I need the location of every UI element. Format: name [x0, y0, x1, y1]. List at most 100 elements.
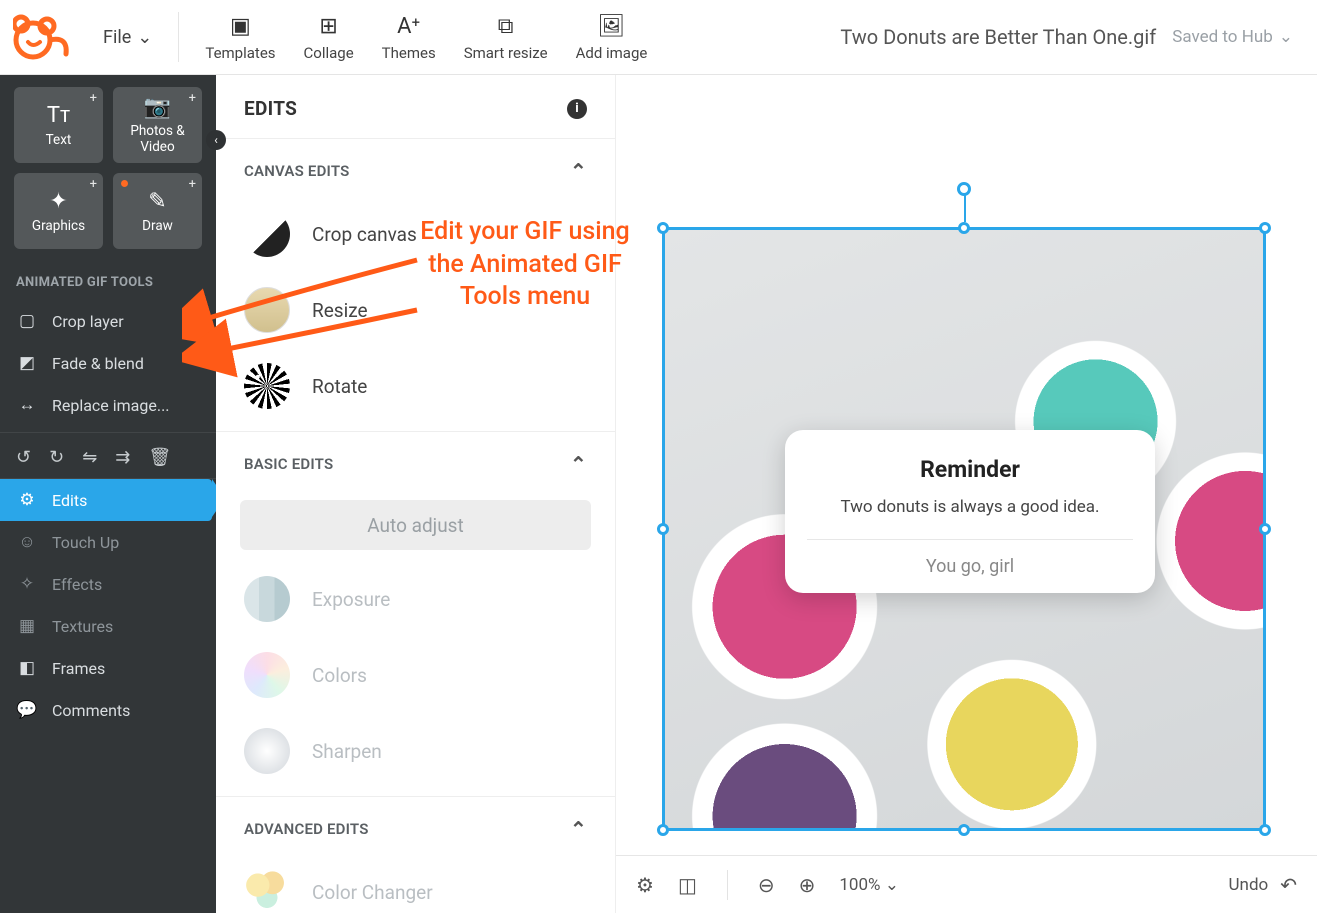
rail-item-fade-blend[interactable]: ◩Fade & blend — [0, 342, 216, 384]
auto-adjust-button: Auto adjust — [240, 500, 591, 550]
sparkle-icon: ✧ — [16, 574, 38, 594]
templates-tool[interactable]: ▣Templates — [205, 12, 275, 62]
edits-panel: EDITS i CANVAS EDITS⌃ Crop canvas Resize… — [216, 75, 616, 913]
rail-history-row: ↺ ↻ ⇋ ⇉ 🗑 — [0, 432, 216, 479]
themes-tool[interactable]: A⁺Themes — [382, 12, 436, 62]
logo[interactable] — [0, 12, 85, 62]
plus-icon: + — [189, 91, 196, 106]
section-canvas-edits[interactable]: CANVAS EDITS⌃ — [216, 139, 615, 203]
comment-icon: 💬 — [16, 700, 38, 720]
rail-tile-text[interactable]: +TᴛText — [14, 87, 103, 163]
edit-crop-canvas[interactable]: Crop canvas — [216, 203, 615, 279]
edit-rotate[interactable]: Rotate — [216, 355, 615, 431]
themes-icon: A⁺ — [397, 12, 420, 40]
resize-handle-t[interactable] — [958, 222, 970, 234]
resize-handle-r[interactable] — [1259, 523, 1271, 535]
text-icon: Tᴛ — [47, 102, 70, 128]
saved-status[interactable]: Saved to Hub⌄ — [1172, 27, 1293, 47]
chevron-down-icon: ⌄ — [1279, 27, 1293, 47]
resize-handle-tl[interactable] — [657, 222, 669, 234]
resize-handle-bl[interactable] — [657, 824, 669, 836]
plus-icon: + — [90, 91, 97, 106]
undo-label[interactable]: Undo — [1229, 875, 1269, 895]
rotate-thumb-icon — [244, 363, 290, 409]
document-name[interactable]: Two Donuts are Better Than One.gif — [840, 25, 1156, 49]
rail-nav-touch-up[interactable]: ☺Touch Up — [0, 521, 216, 563]
alignment-icon[interactable]: ◫ — [678, 873, 697, 897]
plus-icon: + — [189, 177, 196, 192]
flip-h-icon[interactable]: ⇋ — [82, 447, 97, 468]
separator — [178, 12, 179, 62]
rotate-handle[interactable] — [957, 182, 971, 196]
reminder-title: Reminder — [807, 456, 1133, 483]
collage-icon: ⊞ — [319, 12, 337, 40]
chevron-up-icon: ⌃ — [570, 817, 587, 841]
canvas-area[interactable]: Reminder Two donuts is always a good ide… — [616, 75, 1317, 855]
rail-item-replace-image[interactable]: ↔Replace image... — [0, 384, 216, 426]
shapes-icon: ✦ — [49, 189, 67, 214]
panel-title: EDITS — [244, 97, 297, 120]
templates-icon: ▣ — [230, 12, 251, 40]
collapse-panel-button[interactable]: ‹ — [206, 130, 226, 150]
blend-icon: ◩ — [16, 353, 38, 373]
colors-thumb-icon — [244, 652, 290, 698]
chevron-down-icon: ⌄ — [137, 27, 152, 48]
redo-icon[interactable]: ↻ — [49, 447, 64, 468]
rail-nav-frames[interactable]: ◧Frames — [0, 647, 216, 689]
rail-tile-draw[interactable]: +✎Draw — [113, 173, 202, 249]
chevron-up-icon: ⌃ — [570, 159, 587, 183]
stage-bottom-bar: ⚙ ◫ ⊖ ⊕ 100% ⌄ Undo ↶ — [616, 855, 1317, 913]
rail-nav-effects[interactable]: ✧Effects — [0, 563, 216, 605]
rail-nav-textures[interactable]: ▦Textures — [0, 605, 216, 647]
gif-tools-heading: ANIMATED GIF TOOLS — [0, 261, 216, 300]
edit-sharpen[interactable]: Sharpen — [216, 720, 615, 796]
edit-exposure[interactable]: Exposure — [216, 568, 615, 644]
zoom-out-icon[interactable]: ⊖ — [758, 873, 775, 897]
edit-color-changer[interactable]: Color Changer — [216, 861, 615, 913]
rail-tile-photos-video[interactable]: +📷Photos & Video — [113, 87, 202, 163]
flip-v-icon[interactable]: ⇉ — [115, 447, 130, 468]
undo-icon[interactable]: ↺ — [16, 447, 31, 468]
settings-icon[interactable]: ⚙ — [636, 873, 654, 897]
rail-nav-edits[interactable]: ⚙Edits — [0, 479, 212, 521]
zoom-in-icon[interactable]: ⊕ — [799, 873, 816, 897]
rotate-stem — [964, 192, 966, 222]
undo-icon[interactable]: ↶ — [1280, 873, 1297, 897]
selected-image[interactable]: Reminder Two donuts is always a good ide… — [662, 227, 1266, 831]
sharpen-thumb-icon — [244, 728, 290, 774]
reminder-body: Two donuts is always a good idea. — [807, 497, 1133, 539]
rail-item-crop-layer[interactable]: ▢Crop layer — [0, 300, 216, 342]
exposure-thumb-icon — [244, 576, 290, 622]
left-rail: +TᴛText +📷Photos & Video +✦Graphics +✎Dr… — [0, 75, 216, 913]
frame-icon: ◧ — [16, 658, 38, 678]
zoom-level[interactable]: 100% ⌄ — [839, 875, 899, 895]
resize-handle-br[interactable] — [1259, 824, 1271, 836]
camera-icon: 📷 — [144, 95, 171, 120]
color-changer-thumb-icon — [244, 869, 290, 913]
file-menu[interactable]: File ⌄ — [85, 0, 170, 74]
resize-thumb-icon — [244, 287, 290, 333]
smart-resize-icon: ⧉ — [498, 12, 514, 40]
add-image-icon: 🖼 — [597, 12, 625, 40]
crop-thumb-icon — [244, 211, 290, 257]
resize-handle-l[interactable] — [657, 523, 669, 535]
section-advanced-edits[interactable]: ADVANCED EDITS⌃ — [216, 797, 615, 861]
sliders-icon: ⚙ — [16, 490, 38, 510]
rail-tile-graphics[interactable]: +✦Graphics — [14, 173, 103, 249]
resize-handle-tr[interactable] — [1259, 222, 1271, 234]
info-icon[interactable]: i — [567, 99, 587, 119]
toolbar-tools: ▣Templates ⊞Collage A⁺Themes ⧉Smart resi… — [183, 12, 669, 62]
crop-icon: ▢ — [16, 311, 38, 331]
resize-handle-b[interactable] — [958, 824, 970, 836]
face-icon: ☺ — [16, 532, 38, 552]
add-image-tool[interactable]: 🖼Add image — [576, 12, 648, 62]
collage-tool[interactable]: ⊞Collage — [304, 12, 354, 62]
edit-resize[interactable]: Resize — [216, 279, 615, 355]
swap-icon: ↔ — [16, 395, 38, 415]
section-basic-edits[interactable]: BASIC EDITS⌃ — [216, 432, 615, 496]
edit-colors[interactable]: Colors — [216, 644, 615, 720]
rail-nav-comments[interactable]: 💬Comments — [0, 689, 216, 731]
smart-resize-tool[interactable]: ⧉Smart resize — [464, 12, 548, 62]
notification-dot-icon — [121, 180, 128, 187]
trash-icon[interactable]: 🗑 — [148, 447, 171, 468]
